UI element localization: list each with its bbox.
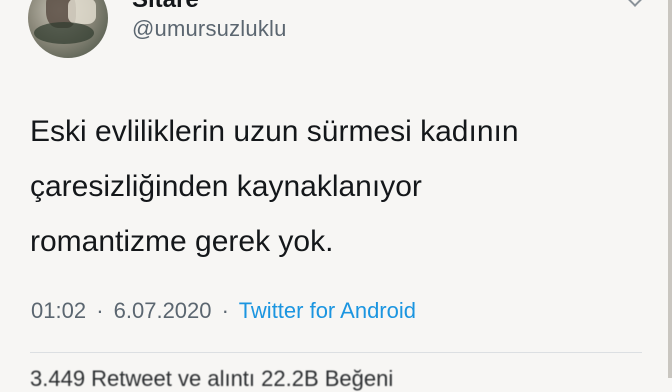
meta-separator: · (96, 298, 104, 323)
chevron-down-icon[interactable] (625, 0, 645, 7)
meta-separator: · (221, 298, 229, 323)
tweet-source-link[interactable]: Twitter for Android (239, 298, 416, 323)
divider (30, 352, 642, 353)
avatar-photo-shape (34, 22, 94, 44)
tweet-stats[interactable]: 3.449 Retweet ve alıntı 22.2B Beğeni (30, 366, 393, 392)
tweet-text-line: Eski evliliklerin uzun sürmesi kadının (30, 115, 519, 148)
user-handle[interactable]: @umursuzluklu (132, 16, 287, 42)
tweet-date[interactable]: 6.07.2020 (114, 298, 212, 323)
tweet-text-line: romantizme gerek yok. (30, 225, 334, 258)
avatar[interactable] (28, 0, 108, 58)
display-name[interactable]: Sitare (132, 0, 199, 14)
avatar-photo-shape (68, 0, 96, 24)
tweet-text-line: çaresizliğinden kaynaklanıyor (30, 170, 422, 203)
page-edge (668, 0, 672, 378)
tweet-card: Sitare @umursuzluklu Eski evliliklerin u… (0, 0, 672, 391)
tweet-time[interactable]: 01:02 (31, 298, 86, 323)
tweet-meta: 01:02 · 6.07.2020 · Twitter for Android (31, 298, 416, 324)
tweet-text: Eski evliliklerin uzun sürmesi kadının ç… (30, 104, 650, 269)
